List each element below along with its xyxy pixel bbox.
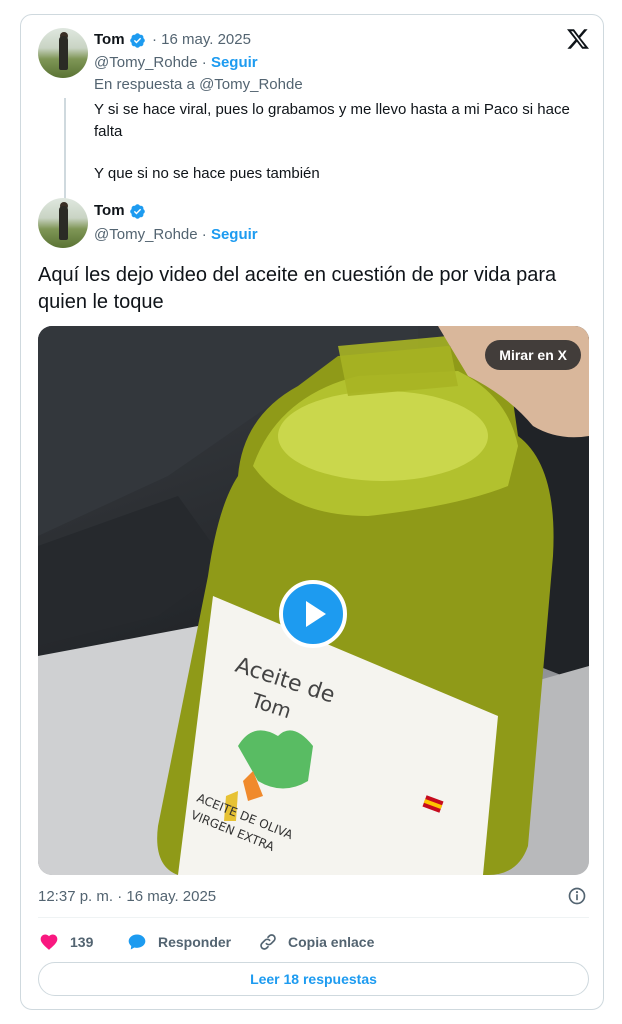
author-name[interactable]: Tom [94,30,125,50]
author-name[interactable]: Tom [94,201,125,221]
tweet-text: Aquí les dejo video del aceite en cuesti… [38,264,557,313]
heart-icon [40,934,58,950]
thread-connector-line [64,98,66,206]
author-handle[interactable]: @Tomy_Rohde · [94,226,207,243]
avatar[interactable] [38,28,88,78]
link-icon [260,934,276,950]
like-count: 139 [70,934,94,950]
info-icon[interactable] [567,886,587,906]
reply-text-line: falta [94,123,123,140]
verified-badge-icon [130,33,145,48]
like-button[interactable]: 139 [38,932,108,952]
play-button[interactable] [279,580,347,648]
handle-row: @Tomy_Rohde · Seguir [94,225,258,245]
watch-on-x-button[interactable]: Mirar en X [485,340,581,370]
verified-badge-icon [130,204,145,219]
author-handle[interactable]: @Tomy_Rohde · [94,54,207,71]
divider [38,917,589,918]
reply-bubble-icon [128,934,146,950]
copy-link-label: Copia enlace [288,934,375,950]
tweet-date[interactable]: · 16 may. 2025 [152,30,251,50]
video-player[interactable]: Aceite de Tom ACEITE DE OLIVA VIRGEN EXT… [38,326,589,875]
replying-to-label[interactable]: En respuesta a @Tomy_Rohde [94,76,303,93]
reply-text-line: Y que si no se hace pues también [94,165,320,182]
reply-text-line: Y si se hace viral, pues lo grabamos y m… [94,101,570,118]
avatar[interactable] [38,198,88,248]
play-icon [306,601,326,627]
follow-button[interactable]: Seguir [211,226,258,243]
reply-button[interactable]: Responder [126,932,246,952]
tweet-timestamp[interactable]: 12:37 p. m. · 16 may. 2025 [38,888,216,905]
copy-link-button[interactable]: Copia enlace [257,932,387,952]
tweet-embed-card: Tom · 16 may. 2025 @Tomy_Rohde · Seguir … [20,14,604,1010]
reply-label: Responder [158,934,232,950]
x-logo-icon[interactable] [566,27,590,51]
follow-button[interactable]: Seguir [211,54,258,71]
read-replies-button[interactable]: Leer 18 respuestas [38,962,589,996]
handle-row: @Tomy_Rohde · Seguir [94,53,258,73]
